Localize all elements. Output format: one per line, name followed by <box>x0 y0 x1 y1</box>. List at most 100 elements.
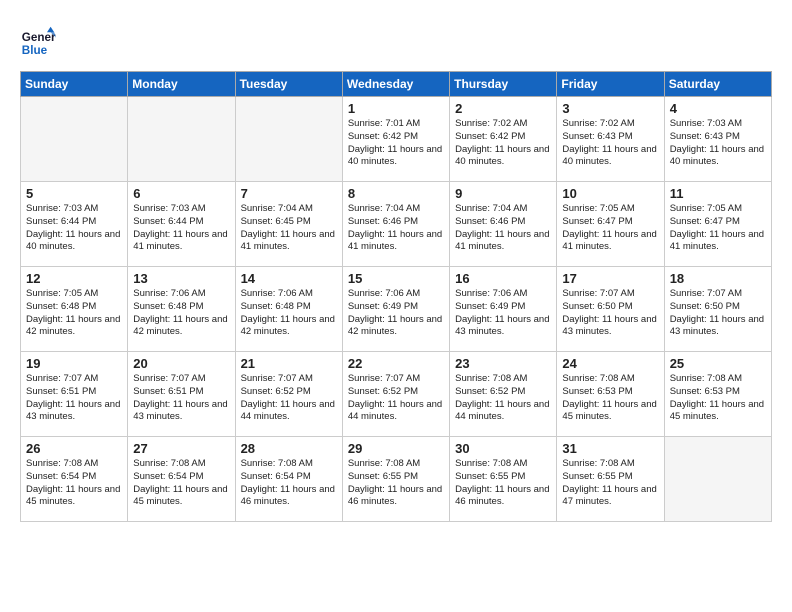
day-number: 26 <box>26 441 122 456</box>
calendar-cell <box>664 437 771 522</box>
logo: General Blue <box>20 25 60 61</box>
day-number: 29 <box>348 441 444 456</box>
day-info: Sunrise: 7:07 AM Sunset: 6:51 PM Dayligh… <box>26 373 122 424</box>
day-number: 20 <box>133 356 229 371</box>
svg-text:Blue: Blue <box>22 44 48 57</box>
calendar-cell: 3Sunrise: 7:02 AM Sunset: 6:43 PM Daylig… <box>557 97 664 182</box>
svg-text:General: General <box>22 31 56 44</box>
calendar-cell: 2 Sunrise: 7:02 AM Sunset: 6:42 PM Daylig… <box>450 97 557 182</box>
day-number: 14 <box>241 271 337 286</box>
week-row-4: 19 Sunrise: 7:07 AM Sunset: 6:51 PM Dayli… <box>21 352 772 437</box>
day-info: Sunrise: 7:03 AM Sunset: 6:44 PM Dayligh… <box>26 203 122 254</box>
calendar-cell: 5Sunrise: 7:03 AM Sunset: 6:44 PM Daylig… <box>21 182 128 267</box>
day-number: 4 <box>670 101 766 116</box>
calendar-cell: 16 Sunrise: 7:06 AM Sunset: 6:49 PM Dayli… <box>450 267 557 352</box>
calendar-cell: 24 Sunrise: 7:08 AM Sunset: 6:53 PM Dayli… <box>557 352 664 437</box>
day-info: Sunrise: 7:08 AM Sunset: 6:54 PM Dayligh… <box>241 458 337 509</box>
weekday-header-monday: Monday <box>128 72 235 97</box>
day-number: 28 <box>241 441 337 456</box>
day-info: Sunrise: 7:08 AM Sunset: 6:53 PM Dayligh… <box>670 373 766 424</box>
day-number: 13 <box>133 271 229 286</box>
calendar-cell: 25 Sunrise: 7:08 AM Sunset: 6:53 PM Dayli… <box>664 352 771 437</box>
day-number: 17 <box>562 271 658 286</box>
calendar-cell: 6Sunrise: 7:03 AM Sunset: 6:44 PM Daylig… <box>128 182 235 267</box>
calendar-cell: 8 Sunrise: 7:04 AM Sunset: 6:46 PM Daylig… <box>342 182 449 267</box>
day-info: Sunrise: 7:08 AM Sunset: 6:53 PM Dayligh… <box>562 373 658 424</box>
weekday-header-row: SundayMondayTuesdayWednesdayThursdayFrid… <box>21 72 772 97</box>
calendar-cell: 26 Sunrise: 7:08 AM Sunset: 6:54 PM Dayli… <box>21 437 128 522</box>
calendar-cell: 19 Sunrise: 7:07 AM Sunset: 6:51 PM Dayli… <box>21 352 128 437</box>
day-number: 9 <box>455 186 551 201</box>
day-number: 21 <box>241 356 337 371</box>
calendar-cell: 27 Sunrise: 7:08 AM Sunset: 6:54 PM Dayli… <box>128 437 235 522</box>
calendar-cell: 7 Sunrise: 7:04 AM Sunset: 6:45 PM Daylig… <box>235 182 342 267</box>
weekday-header-wednesday: Wednesday <box>342 72 449 97</box>
day-info: Sunrise: 7:01 AM Sunset: 6:42 PM Dayligh… <box>348 118 444 169</box>
day-number: 25 <box>670 356 766 371</box>
week-row-3: 12 Sunrise: 7:05 AM Sunset: 6:48 PM Dayli… <box>21 267 772 352</box>
day-number: 30 <box>455 441 551 456</box>
weekday-header-sunday: Sunday <box>21 72 128 97</box>
logo-icon: General Blue <box>20 25 56 61</box>
day-info: Sunrise: 7:04 AM Sunset: 6:46 PM Dayligh… <box>455 203 551 254</box>
day-info: Sunrise: 7:04 AM Sunset: 6:45 PM Dayligh… <box>241 203 337 254</box>
day-info: Sunrise: 7:08 AM Sunset: 6:54 PM Dayligh… <box>133 458 229 509</box>
day-info: Sunrise: 7:06 AM Sunset: 6:48 PM Dayligh… <box>133 288 229 339</box>
day-number: 23 <box>455 356 551 371</box>
day-info: Sunrise: 7:08 AM Sunset: 6:55 PM Dayligh… <box>455 458 551 509</box>
weekday-header-saturday: Saturday <box>664 72 771 97</box>
week-row-1: 1Sunrise: 7:01 AM Sunset: 6:42 PM Daylig… <box>21 97 772 182</box>
day-info: Sunrise: 7:07 AM Sunset: 6:52 PM Dayligh… <box>348 373 444 424</box>
day-info: Sunrise: 7:07 AM Sunset: 6:50 PM Dayligh… <box>562 288 658 339</box>
day-info: Sunrise: 7:02 AM Sunset: 6:42 PM Dayligh… <box>455 118 551 169</box>
day-number: 22 <box>348 356 444 371</box>
day-info: Sunrise: 7:07 AM Sunset: 6:50 PM Dayligh… <box>670 288 766 339</box>
day-number: 15 <box>348 271 444 286</box>
day-info: Sunrise: 7:04 AM Sunset: 6:46 PM Dayligh… <box>348 203 444 254</box>
day-number: 11 <box>670 186 766 201</box>
day-info: Sunrise: 7:03 AM Sunset: 6:44 PM Dayligh… <box>133 203 229 254</box>
day-info: Sunrise: 7:03 AM Sunset: 6:43 PM Dayligh… <box>670 118 766 169</box>
day-number: 27 <box>133 441 229 456</box>
day-number: 19 <box>26 356 122 371</box>
calendar-cell: 15Sunrise: 7:06 AM Sunset: 6:49 PM Dayli… <box>342 267 449 352</box>
day-number: 2 <box>455 101 551 116</box>
weekday-header-friday: Friday <box>557 72 664 97</box>
week-row-5: 26 Sunrise: 7:08 AM Sunset: 6:54 PM Dayli… <box>21 437 772 522</box>
weekday-header-tuesday: Tuesday <box>235 72 342 97</box>
day-info: Sunrise: 7:08 AM Sunset: 6:54 PM Dayligh… <box>26 458 122 509</box>
day-number: 10 <box>562 186 658 201</box>
page-header: General Blue <box>20 20 772 61</box>
day-number: 7 <box>241 186 337 201</box>
day-number: 12 <box>26 271 122 286</box>
day-info: Sunrise: 7:08 AM Sunset: 6:52 PM Dayligh… <box>455 373 551 424</box>
day-info: Sunrise: 7:08 AM Sunset: 6:55 PM Dayligh… <box>348 458 444 509</box>
calendar-cell: 22 Sunrise: 7:07 AM Sunset: 6:52 PM Dayli… <box>342 352 449 437</box>
calendar-cell: 4 Sunrise: 7:03 AM Sunset: 6:43 PM Daylig… <box>664 97 771 182</box>
week-row-2: 5Sunrise: 7:03 AM Sunset: 6:44 PM Daylig… <box>21 182 772 267</box>
calendar-cell: 31 Sunrise: 7:08 AM Sunset: 6:55 PM Dayli… <box>557 437 664 522</box>
calendar-cell: 10 Sunrise: 7:05 AM Sunset: 6:47 PM Dayli… <box>557 182 664 267</box>
day-info: Sunrise: 7:05 AM Sunset: 6:47 PM Dayligh… <box>562 203 658 254</box>
calendar-cell: 29 Sunrise: 7:08 AM Sunset: 6:55 PM Dayli… <box>342 437 449 522</box>
calendar-cell: 28 Sunrise: 7:08 AM Sunset: 6:54 PM Dayli… <box>235 437 342 522</box>
day-info: Sunrise: 7:08 AM Sunset: 6:55 PM Dayligh… <box>562 458 658 509</box>
calendar-cell: 13 Sunrise: 7:06 AM Sunset: 6:48 PM Dayli… <box>128 267 235 352</box>
day-info: Sunrise: 7:07 AM Sunset: 6:51 PM Dayligh… <box>133 373 229 424</box>
day-info: Sunrise: 7:05 AM Sunset: 6:48 PM Dayligh… <box>26 288 122 339</box>
calendar-cell: 23 Sunrise: 7:08 AM Sunset: 6:52 PM Dayli… <box>450 352 557 437</box>
day-number: 16 <box>455 271 551 286</box>
calendar-cell <box>235 97 342 182</box>
day-info: Sunrise: 7:05 AM Sunset: 6:47 PM Dayligh… <box>670 203 766 254</box>
weekday-header-thursday: Thursday <box>450 72 557 97</box>
calendar-cell: 30 Sunrise: 7:08 AM Sunset: 6:55 PM Dayli… <box>450 437 557 522</box>
day-info: Sunrise: 7:07 AM Sunset: 6:52 PM Dayligh… <box>241 373 337 424</box>
calendar-cell: 9 Sunrise: 7:04 AM Sunset: 6:46 PM Daylig… <box>450 182 557 267</box>
day-number: 8 <box>348 186 444 201</box>
day-number: 18 <box>670 271 766 286</box>
calendar-cell: 17 Sunrise: 7:07 AM Sunset: 6:50 PM Dayli… <box>557 267 664 352</box>
day-info: Sunrise: 7:06 AM Sunset: 6:49 PM Dayligh… <box>455 288 551 339</box>
day-number: 31 <box>562 441 658 456</box>
calendar-table: SundayMondayTuesdayWednesdayThursdayFrid… <box>20 71 772 522</box>
day-number: 24 <box>562 356 658 371</box>
